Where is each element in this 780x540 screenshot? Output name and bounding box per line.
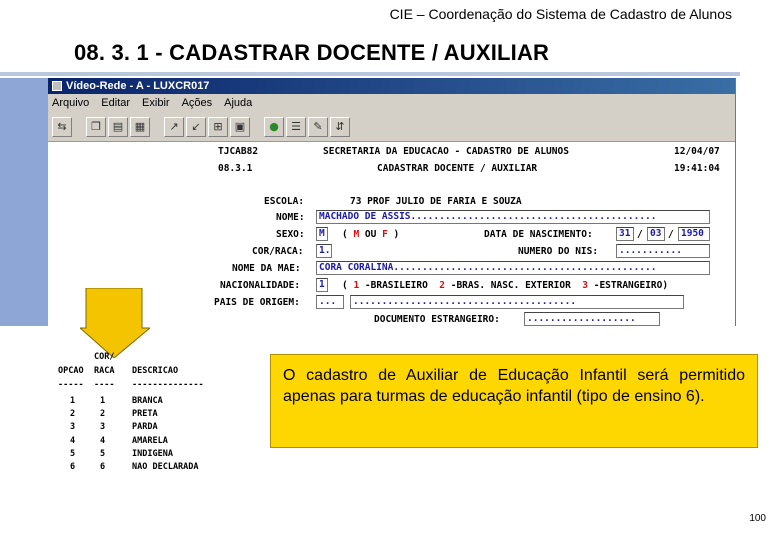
menu-exibir[interactable]: Exibir — [142, 97, 170, 109]
table-row-descricao: BRANCA — [132, 396, 163, 406]
paste-icon[interactable]: ▤ — [108, 116, 128, 137]
escola-value: 73 PROF JULIO DE FARIA E SOUZA — [350, 196, 522, 207]
screen-heading-1: SECRETARIA DA EDUCACAO - CADASTRO DE ALU… — [323, 146, 569, 157]
codes-header-descricao: DESCRICAO — [132, 366, 179, 376]
title-rule — [0, 72, 740, 76]
menu-acoes[interactable]: Ações — [182, 97, 213, 109]
program-id: TJCAB82 — [218, 146, 259, 157]
nascimento-year-field[interactable]: 1950 — [678, 227, 710, 241]
help-icon[interactable]: ● — [264, 116, 284, 137]
app-icon — [52, 81, 62, 91]
table-row-descricao: AMARELA — [132, 436, 168, 446]
grid-icon[interactable]: ▣ — [230, 116, 250, 137]
nis-field[interactable]: ........... — [616, 244, 710, 258]
screen-date: 12/04/07 — [674, 146, 720, 157]
table-row-raca: 2 — [100, 409, 106, 419]
codes-dash-descricao: -------------- — [132, 380, 204, 390]
table-row-descricao: INDIGENA — [132, 449, 173, 459]
terminal-screen: TJCAB82 SECRETARIA DA EDUCACAO - CADASTR… — [48, 142, 735, 326]
nome-label: NOME: — [276, 212, 305, 223]
codes-dash-opcao: ----- — [58, 380, 84, 390]
toolbar: ⇆ ❐ ▤ ▦ ↗ ↙ ⊞ ▣ ● ☰ ✎ ⇵ — [48, 112, 735, 142]
macro2-icon[interactable]: ↙ — [186, 116, 206, 137]
table-row-descricao: NAO DECLARADA — [132, 462, 199, 472]
sexo-label: SEXO: — [276, 229, 305, 240]
table-row-raca: 6 — [100, 462, 106, 472]
nacionalidade-hint: ( 1 -BRASILEIRO 2 -BRAS. NASC. EXTERIOR … — [342, 280, 669, 291]
menu-bar: Arquivo Editar Exibir Ações Ajuda — [48, 94, 735, 112]
print-icon[interactable]: ▦ — [130, 116, 150, 137]
table-row-opcao: 3 — [70, 422, 76, 432]
pais-name-field[interactable]: ....................................... — [350, 295, 684, 309]
side-band — [0, 78, 48, 326]
table-row-opcao: 1 — [70, 396, 76, 406]
menu-ajuda[interactable]: Ajuda — [224, 97, 252, 109]
nome-field[interactable]: MACHADO DE ASSIS........................… — [316, 210, 710, 224]
codes-header-opcao: OPCAO — [58, 366, 84, 376]
mae-field[interactable]: CORA CORALINA...........................… — [316, 261, 710, 275]
properties-icon[interactable]: ☰ — [286, 116, 306, 137]
sexo-field[interactable]: M — [316, 227, 328, 241]
date-separator-2: / — [668, 229, 674, 240]
note-box: O cadastro de Auxiliar de Educação Infan… — [270, 354, 758, 448]
documento-field[interactable]: ................... — [524, 312, 660, 326]
table-row-descricao: PARDA — [132, 422, 158, 432]
nascimento-month-field[interactable]: 03 — [647, 227, 665, 241]
page-number: 100 — [749, 513, 766, 524]
edit-icon[interactable]: ✎ — [308, 116, 328, 137]
table-row-descricao: PRETA — [132, 409, 158, 419]
app-window: Vídeo-Rede - A - LUXCR017 Arquivo Editar… — [48, 78, 736, 326]
mae-label: NOME DA MAE: — [232, 263, 301, 274]
table-row-opcao: 2 — [70, 409, 76, 419]
pais-code-field[interactable]: ... — [316, 295, 344, 309]
transfer-icon[interactable]: ⇵ — [330, 116, 350, 137]
copy-icon[interactable]: ❐ — [86, 116, 106, 137]
header-org-text: CIE – Coordenação do Sistema de Cadastro… — [389, 6, 732, 22]
menu-arquivo[interactable]: Arquivo — [52, 97, 89, 109]
table-row-raca: 1 — [100, 396, 106, 406]
keypad-icon[interactable]: ⊞ — [208, 116, 228, 137]
window-titlebar: Vídeo-Rede - A - LUXCR017 — [48, 78, 735, 94]
window-title: Vídeo-Rede - A - LUXCR017 — [66, 80, 210, 92]
cor-raca-label: COR/RACA: — [252, 246, 304, 257]
date-separator-1: / — [637, 229, 643, 240]
macro-icon[interactable]: ↗ — [164, 116, 184, 137]
codes-dash-raca: ---- — [94, 380, 115, 390]
connect-icon[interactable]: ⇆ — [52, 116, 72, 137]
sexo-hint: ( M OU F ) — [342, 229, 400, 240]
table-row-raca: 5 — [100, 449, 106, 459]
table-row-raca: 4 — [100, 436, 106, 446]
screen-code: 08.3.1 — [218, 163, 253, 174]
nis-label: NUMERO DO NIS: — [518, 246, 599, 257]
side-letter-d: D — [52, 290, 76, 326]
cor-raca-field[interactable]: 1. — [316, 244, 332, 258]
nacionalidade-field[interactable]: 1 — [316, 278, 328, 292]
screen-time: 19:41:04 — [674, 163, 720, 174]
table-row-opcao: 4 — [70, 436, 76, 446]
side-letter-g: G — [52, 248, 77, 284]
table-row-opcao: 6 — [70, 462, 76, 472]
nacionalidade-label: NACIONALIDADE: — [220, 280, 301, 291]
documento-label: DOCUMENTO ESTRANGEIRO: — [374, 314, 500, 325]
menu-editar[interactable]: Editar — [101, 97, 130, 109]
codes-header-raca: RACA — [94, 366, 115, 376]
table-row-opcao: 5 — [70, 449, 76, 459]
down-arrow-icon — [80, 288, 150, 358]
nascimento-day-field[interactable]: 31 — [616, 227, 634, 241]
nascimento-label: DATA DE NASCIMENTO: — [484, 229, 593, 240]
pais-origem-label: PAIS DE ORIGEM: — [214, 297, 300, 308]
screen-heading-2: CADASTRAR DOCENTE / AUXILIAR — [377, 163, 538, 174]
table-row-raca: 3 — [100, 422, 106, 432]
escola-label: ESCOLA: — [264, 196, 305, 207]
codes-header-top: COR/ — [94, 352, 115, 362]
slide-title: 08. 3. 1 - CADASTRAR DOCENTE / AUXILIAR — [74, 40, 550, 65]
